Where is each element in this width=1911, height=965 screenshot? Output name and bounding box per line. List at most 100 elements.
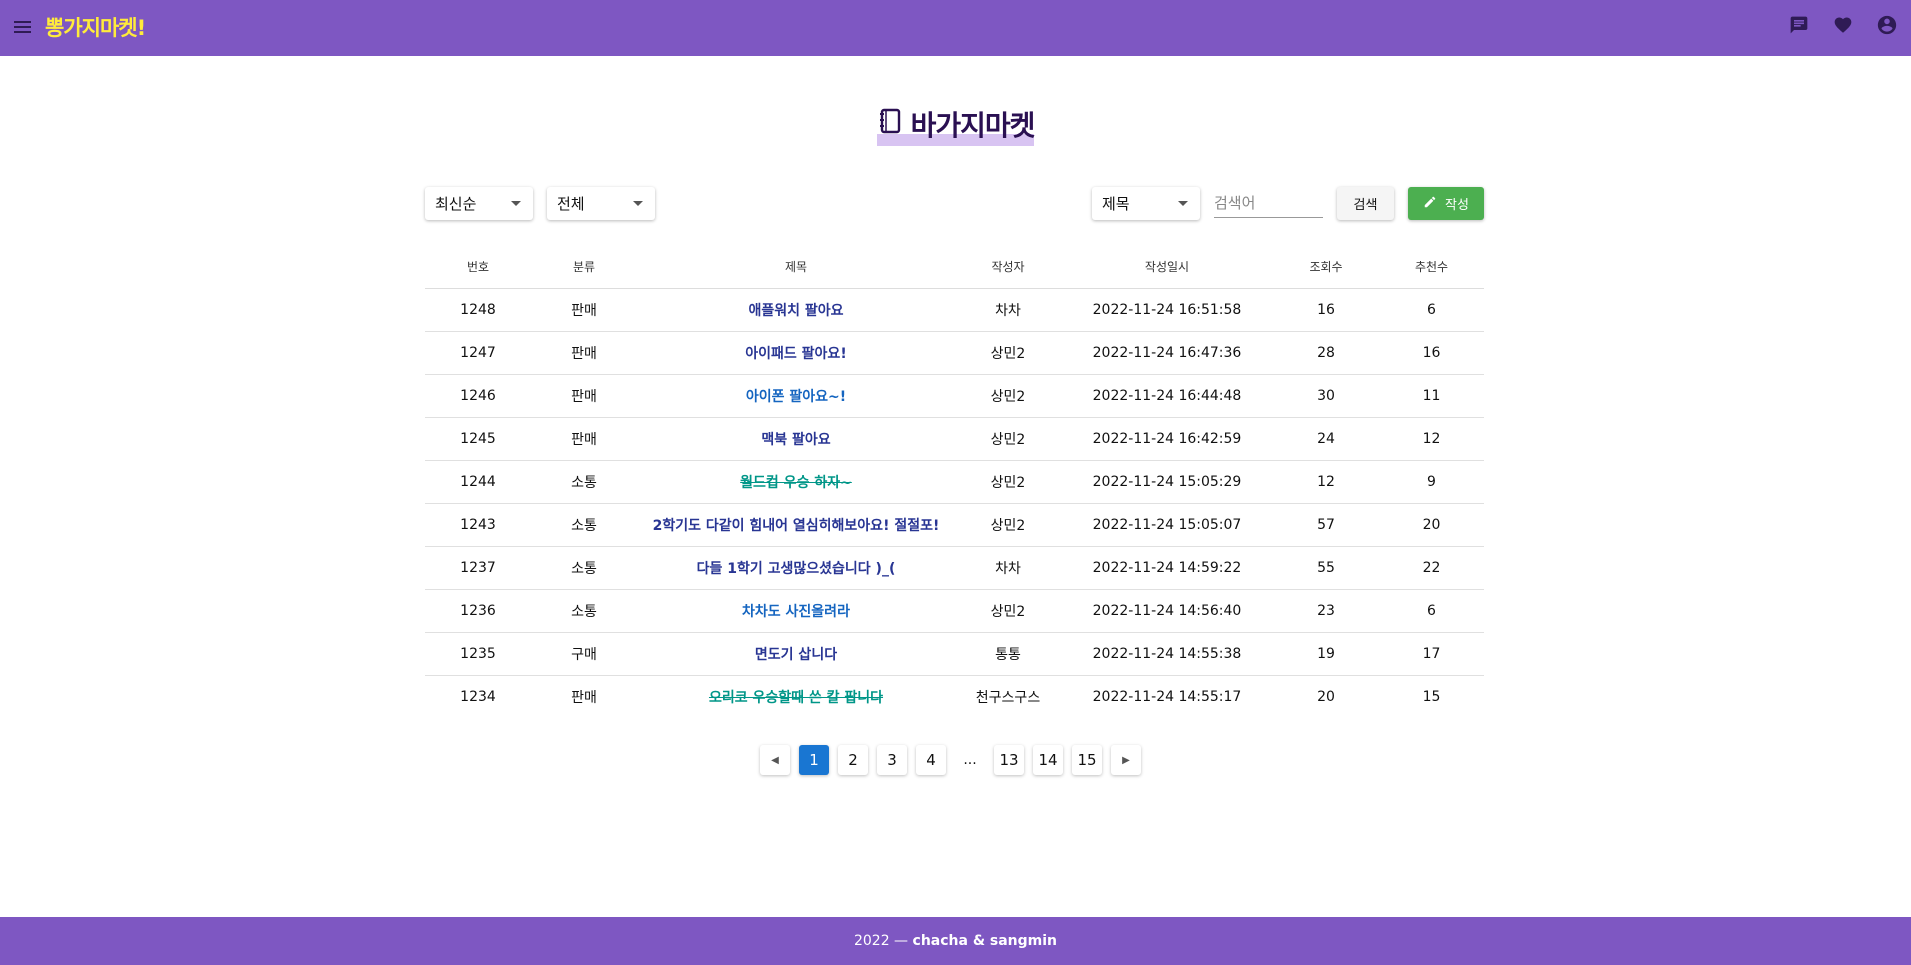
post-title-link[interactable]: 오리코 우승할때 쓴 칼 팝니다	[637, 675, 955, 718]
account-icon[interactable]	[1875, 13, 1899, 37]
table-body: 1248 판매 애플워치 팔아요 차차 2022-11-24 16:51:58 16 6 12…	[425, 288, 1484, 718]
post-likes: 11	[1379, 374, 1484, 418]
page-button[interactable]: 15	[1072, 745, 1102, 775]
column-header[interactable]: 제목	[637, 245, 955, 289]
page-title-text: 바가지마켓	[910, 109, 1036, 142]
post-views: 12	[1273, 460, 1379, 504]
post-category: 소통	[531, 503, 637, 547]
column-header[interactable]: 추천수	[1379, 245, 1484, 289]
post-number: 1236	[425, 589, 531, 633]
post-date: 2022-11-24 16:42:59	[1061, 417, 1273, 461]
table-row[interactable]: 1243 소통 2학기도 다같이 힘내어 열심히해보아요! 절절포! 상민2 2022-…	[425, 503, 1484, 547]
column-header[interactable]: 작성자	[955, 245, 1061, 289]
post-title-link[interactable]: 맥북 팔아요	[637, 417, 955, 461]
category-select[interactable]: 전체	[547, 187, 655, 220]
table-row[interactable]: 1236 소통 차차도 사진올려라 상민2 2022-11-24 14:56:40 23 6	[425, 589, 1484, 633]
column-header[interactable]: 번호	[425, 245, 531, 289]
page-button[interactable]: 13	[994, 745, 1024, 775]
post-date: 2022-11-24 14:55:38	[1061, 632, 1273, 676]
post-title-link[interactable]: 애플워치 팔아요	[637, 288, 955, 332]
post-views: 16	[1273, 288, 1379, 332]
post-author: 상민2	[955, 331, 1061, 375]
post-title-link[interactable]: 2학기도 다같이 힘내어 열심히해보아요! 절절포!	[637, 503, 955, 547]
post-views: 23	[1273, 589, 1379, 633]
post-likes: 16	[1379, 331, 1484, 375]
post-category: 판매	[531, 288, 637, 332]
post-number: 1234	[460, 688, 496, 705]
post-category: 판매	[531, 331, 637, 375]
post-category: 판매	[571, 689, 597, 706]
top-icons	[1787, 13, 1899, 37]
post-likes: 15	[1422, 688, 1441, 705]
prev-page-button[interactable]: ◀	[760, 745, 790, 775]
post-views: 28	[1273, 331, 1379, 375]
post-likes: 20	[1379, 503, 1484, 547]
chevron-down-icon	[1178, 201, 1188, 206]
post-category: 소통	[531, 589, 637, 633]
next-page-button[interactable]: ▶	[1111, 745, 1141, 775]
chevron-down-icon	[633, 201, 643, 206]
post-title-link[interactable]: 아이폰 팔아요~!	[637, 374, 955, 418]
post-title-link[interactable]: 월드컵 우승 하자~	[637, 460, 955, 504]
app-bar: 뽕가지마켓!	[0, 0, 1911, 56]
table-row[interactable]: 1244 소통 월드컵 우승 하자~ 상민2 2022-11-24 15:05:29 12…	[425, 460, 1484, 504]
table-row[interactable]: 1248 판매 애플워치 팔아요 차차 2022-11-24 16:51:58 16 6	[425, 288, 1484, 332]
pencil-icon	[1423, 195, 1437, 213]
brand-logo[interactable]: 뽕가지마켓!	[45, 12, 146, 42]
page-button[interactable]: 14	[1033, 745, 1063, 775]
post-number: 1247	[425, 331, 531, 375]
post-likes: 9	[1379, 460, 1484, 504]
post-likes: 17	[1379, 632, 1484, 676]
post-date: 2022-11-24 14:56:40	[1061, 589, 1273, 633]
post-category: 소통	[531, 546, 637, 590]
menu-icon[interactable]	[12, 16, 34, 38]
page-button[interactable]: 1	[799, 745, 829, 775]
notebook-icon	[877, 107, 903, 142]
page-button[interactable]: 3	[877, 745, 907, 775]
post-author: 상민2	[955, 589, 1061, 633]
post-title-link[interactable]: 차차도 사진올려라	[637, 589, 955, 633]
pagination: ◀ 1 2 3 4... 13 14 15 ▶	[760, 745, 1141, 775]
post-title-link[interactable]: 아이패드 팔아요!	[637, 331, 955, 375]
page-button[interactable]: 4	[916, 745, 946, 775]
column-header[interactable]: 조회수	[1273, 245, 1379, 289]
table-row[interactable]: 1245 판매 맥북 팔아요 상민2 2022-11-24 16:42:59 24 12	[425, 417, 1484, 461]
page-list: 1 2 3 4... 13 14 15	[799, 745, 1102, 775]
table-row[interactable]: 1234 판매 오리코 우승할때 쓴 칼 팝니다 천구스구스 2022-11-24 14…	[425, 675, 1484, 718]
post-date: 2022-11-24 15:05:07	[1061, 503, 1273, 547]
table-row[interactable]: 1247 판매 아이패드 팔아요! 상민2 2022-11-24 16:47:36 28 1…	[425, 331, 1484, 375]
footer: 2022 — chacha & sangmin	[0, 917, 1911, 965]
table-row[interactable]: 1235 구매 면도기 삽니다 통통 2022-11-24 14:55:38 19 17	[425, 632, 1484, 676]
post-date: 2022-11-24 14:55:17	[1092, 688, 1242, 705]
chat-icon[interactable]	[1787, 13, 1811, 37]
post-views: 55	[1273, 546, 1379, 590]
post-likes: 22	[1379, 546, 1484, 590]
column-header[interactable]: 작성일시	[1061, 245, 1273, 289]
write-button[interactable]: 작성	[1408, 187, 1484, 220]
post-title-link[interactable]: 면도기 삽니다	[637, 632, 955, 676]
post-category: 판매	[531, 374, 637, 418]
search-button[interactable]: 검색	[1337, 187, 1394, 220]
post-date: 2022-11-24 16:51:58	[1061, 288, 1273, 332]
post-likes: 6	[1379, 589, 1484, 633]
category-select-value: 전체	[557, 195, 585, 213]
page-button[interactable]: 2	[838, 745, 868, 775]
post-views: 24	[1273, 417, 1379, 461]
post-views: 30	[1273, 374, 1379, 418]
sort-select[interactable]: 최신순	[425, 187, 533, 220]
post-date: 2022-11-24 15:05:29	[1061, 460, 1273, 504]
sort-select-value: 최신순	[435, 195, 477, 213]
search-field-select[interactable]: 제목	[1092, 187, 1200, 220]
post-title-link[interactable]: 다들 1학기 고생많으셨습니다 )_(	[637, 546, 955, 590]
write-button-label: 작성	[1445, 198, 1469, 213]
post-number: 1243	[425, 503, 531, 547]
post-number: 1248	[425, 288, 531, 332]
post-author: 상민2	[955, 460, 1061, 504]
page-title: 바가지마켓	[0, 104, 1911, 146]
search-input[interactable]: 검색어	[1214, 186, 1323, 218]
table-row[interactable]: 1237 소통 다들 1학기 고생많으셨습니다 )_(차차 2022-11-24 14…	[425, 546, 1484, 590]
column-header[interactable]: 분류	[531, 245, 637, 289]
heart-icon[interactable]	[1831, 13, 1855, 37]
post-author: 차차	[955, 288, 1061, 332]
table-row[interactable]: 1246 판매 아이폰 팔아요~! 상민2 2022-11-24 16:44:48 30 1…	[425, 374, 1484, 418]
